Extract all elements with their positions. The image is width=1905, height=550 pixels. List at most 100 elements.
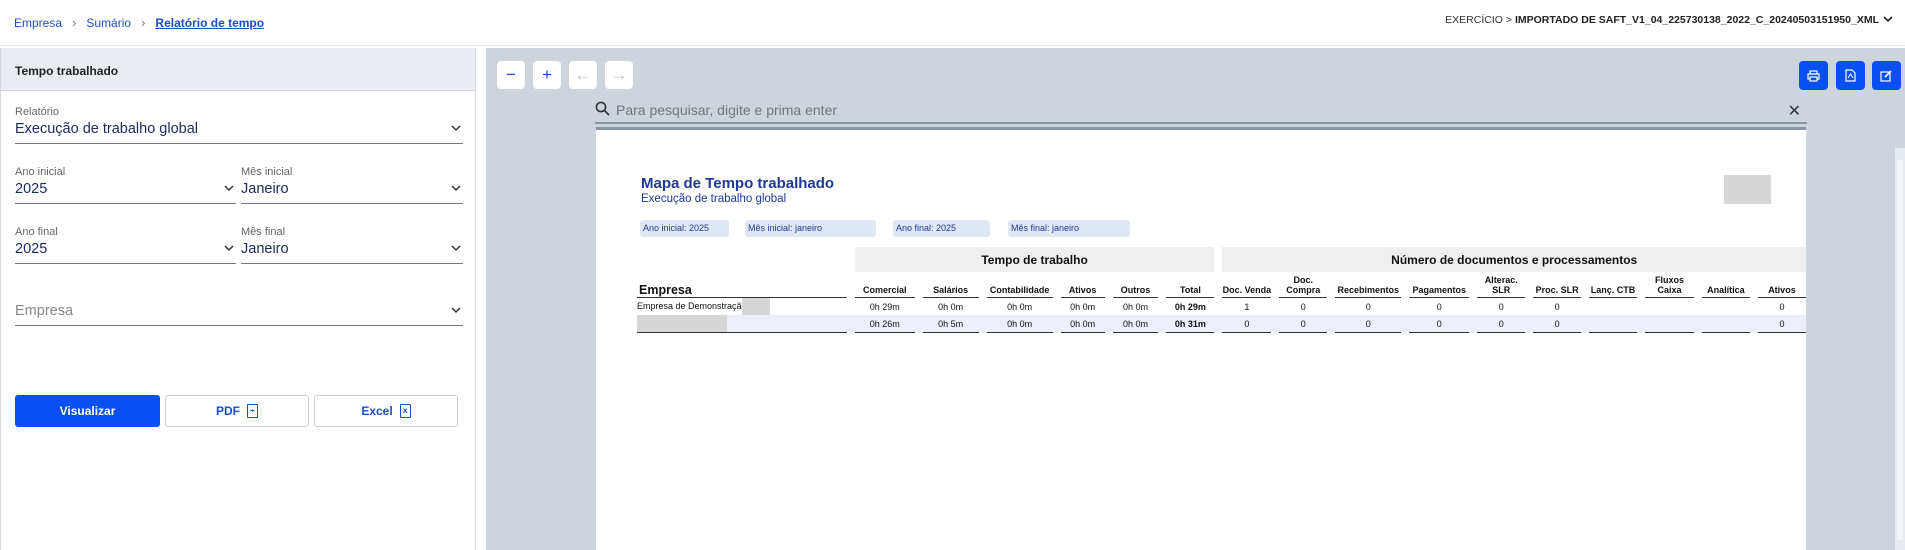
cell-salarios: 0h 5m xyxy=(922,315,979,333)
cell-pagamentos: 0 xyxy=(1409,315,1470,333)
chevron-right-icon: › xyxy=(72,15,77,30)
chevron-down-icon xyxy=(224,243,234,255)
cell-analitica xyxy=(1701,315,1750,333)
cell-alterac-slr: 0 xyxy=(1498,301,1504,312)
ano-final-label: Ano final xyxy=(15,226,58,238)
empresa-cell: Empresa de Demonstraçã xyxy=(637,298,847,315)
pdf-button[interactable]: PDF ⌁ xyxy=(165,395,309,427)
search-input[interactable] xyxy=(616,102,1716,118)
excel-file-icon: x xyxy=(399,404,411,418)
spacer xyxy=(1750,272,1758,298)
col-fluxos-caixa: Fluxos Caixa xyxy=(1645,272,1694,298)
empresa-value-wrap: Empresa xyxy=(15,303,463,326)
col-comercial: Comercial xyxy=(854,272,915,298)
mes-inicial-select[interactable]: Mês inicial Janeiro xyxy=(241,166,463,204)
report-subtitle: Execução de trabalho global xyxy=(641,193,787,205)
col-doc-venda: Doc. Venda xyxy=(1222,272,1272,298)
cell-doc-compra: 0 xyxy=(1279,315,1328,333)
cell-comercial: 0h 26m xyxy=(854,315,915,333)
spacer xyxy=(979,272,987,298)
col-total: Total xyxy=(1166,272,1215,298)
zoom-in-button[interactable]: + xyxy=(533,61,561,89)
spacer xyxy=(1158,272,1166,298)
ano-final-select[interactable]: Ano final 2025 xyxy=(15,226,236,264)
breadcrumb-empresa[interactable]: Empresa xyxy=(14,16,62,30)
zoom-in-icon: + xyxy=(542,65,552,84)
cell-doc-compra: 0 xyxy=(1300,301,1306,312)
col-analitica: Analítica xyxy=(1701,272,1750,298)
spacer xyxy=(1525,272,1533,298)
filter-panel: Tempo trabalhado Relatório Execução de t… xyxy=(0,48,476,550)
col-proc-slr: Proc. SLR xyxy=(1533,272,1582,298)
search-icon xyxy=(595,101,610,120)
cell-pagamentos: 0 xyxy=(1436,301,1442,312)
chevron-down-icon xyxy=(451,305,461,317)
exercise-value: IMPORTADO DE SAFT_V1_04_225730138_2022_C… xyxy=(1514,14,1879,26)
close-icon[interactable]: ✕ xyxy=(1788,101,1801,121)
cell-ativos: 0h 0m xyxy=(1060,315,1105,333)
col-pagamentos: Pagamentos xyxy=(1409,272,1470,298)
edit-button[interactable] xyxy=(1872,61,1901,90)
cell-fluxos-caixa xyxy=(1645,315,1694,333)
arrow-left-icon: ← xyxy=(574,65,592,84)
spacer xyxy=(1694,272,1702,298)
breadcrumb: Empresa › Sumário › Relatório de tempo xyxy=(14,15,264,30)
table-row: 0h 26m 0h 5m 0h 0m 0h 0m 0h 0m 0h 31m 0 … xyxy=(637,315,1806,333)
cell-contabilidade: 0h 0m xyxy=(1007,301,1033,312)
cell-total: 0h 31m xyxy=(1166,315,1215,333)
table-row: Empresa de Demonstraçã 0h 29m 0h 0m 0h 0… xyxy=(637,298,1806,315)
cell-proc-slr: 0 xyxy=(1533,315,1582,333)
scrollbar-thumb[interactable] xyxy=(1897,160,1903,540)
edit-icon xyxy=(1880,70,1892,82)
exercise-selector[interactable]: EXERCÍCIO > IMPORTADO DE SAFT_V1_04_2257… xyxy=(1445,14,1893,26)
ano-final-value: 2025 xyxy=(15,241,48,257)
excel-button[interactable]: Excel x xyxy=(314,395,458,427)
cell-total: 0h 29m xyxy=(1174,301,1206,312)
spacer xyxy=(1214,272,1222,298)
redacted-block xyxy=(637,315,727,332)
spacer xyxy=(1469,272,1477,298)
previous-page-button[interactable]: ← xyxy=(569,61,597,89)
col-salarios: Salários xyxy=(922,272,979,298)
next-page-button[interactable]: → xyxy=(605,61,633,89)
ano-inicial-select[interactable]: Ano inicial 2025 xyxy=(15,166,236,204)
empresa-name: Empresa de Demonstraçã xyxy=(637,300,742,311)
time-report-table: Tempo de trabalho Número de documentos e… xyxy=(637,247,1806,333)
cell-ativos: 0h 0m xyxy=(1070,301,1096,312)
breadcrumb-relatorio-tempo[interactable]: Relatório de tempo xyxy=(155,16,264,30)
col-ativos-docs: Ativos xyxy=(1757,272,1806,298)
breadcrumb-sumario[interactable]: Sumário xyxy=(86,16,131,30)
cell-ativos-docs: 0 xyxy=(1757,315,1806,333)
arrow-right-icon: → xyxy=(610,65,628,84)
pdf-icon xyxy=(1845,69,1856,82)
spacer xyxy=(915,272,923,298)
zoom-out-button[interactable]: − xyxy=(497,61,525,89)
mes-final-select[interactable]: Mês final Janeiro xyxy=(241,226,463,264)
col-lanc-ctb: Lanç. CTB xyxy=(1589,272,1638,298)
panel-title: Tempo trabalhado xyxy=(1,48,475,91)
mes-inicial-value: Janeiro xyxy=(241,181,289,197)
relatorio-value-wrap: Execução de trabalho global xyxy=(15,121,463,144)
cell-analitica xyxy=(1702,298,1750,315)
print-icon xyxy=(1807,69,1820,82)
print-button[interactable] xyxy=(1799,61,1828,90)
empresa-select[interactable]: Empresa xyxy=(15,300,463,326)
report-search: ✕ xyxy=(595,98,1807,124)
spacer xyxy=(1105,272,1113,298)
col-doc-compra: Doc. Compra xyxy=(1279,272,1328,298)
mes-inicial-label: Mês inicial xyxy=(241,166,293,178)
exercise-label: EXERCÍCIO > xyxy=(1445,14,1512,26)
empresa-placeholder: Empresa xyxy=(15,303,74,319)
col-ativos-time: Ativos xyxy=(1060,272,1105,298)
pdf-file-icon: ⌁ xyxy=(247,404,258,418)
relatorio-select[interactable]: Relatório Execução de trabalho global xyxy=(15,106,463,144)
chevron-down-icon xyxy=(224,183,234,195)
export-pdf-button[interactable] xyxy=(1836,61,1865,90)
vertical-scrollbar[interactable] xyxy=(1895,148,1905,550)
cell-proc-slr: 0 xyxy=(1554,301,1560,312)
cell-outros: 0h 0m xyxy=(1112,315,1159,333)
mes-final-value: Janeiro xyxy=(241,241,289,257)
spacer xyxy=(1053,272,1061,298)
visualizar-button[interactable]: Visualizar xyxy=(15,395,160,427)
col-alterac-slr: Alterac. SLR xyxy=(1477,272,1526,298)
